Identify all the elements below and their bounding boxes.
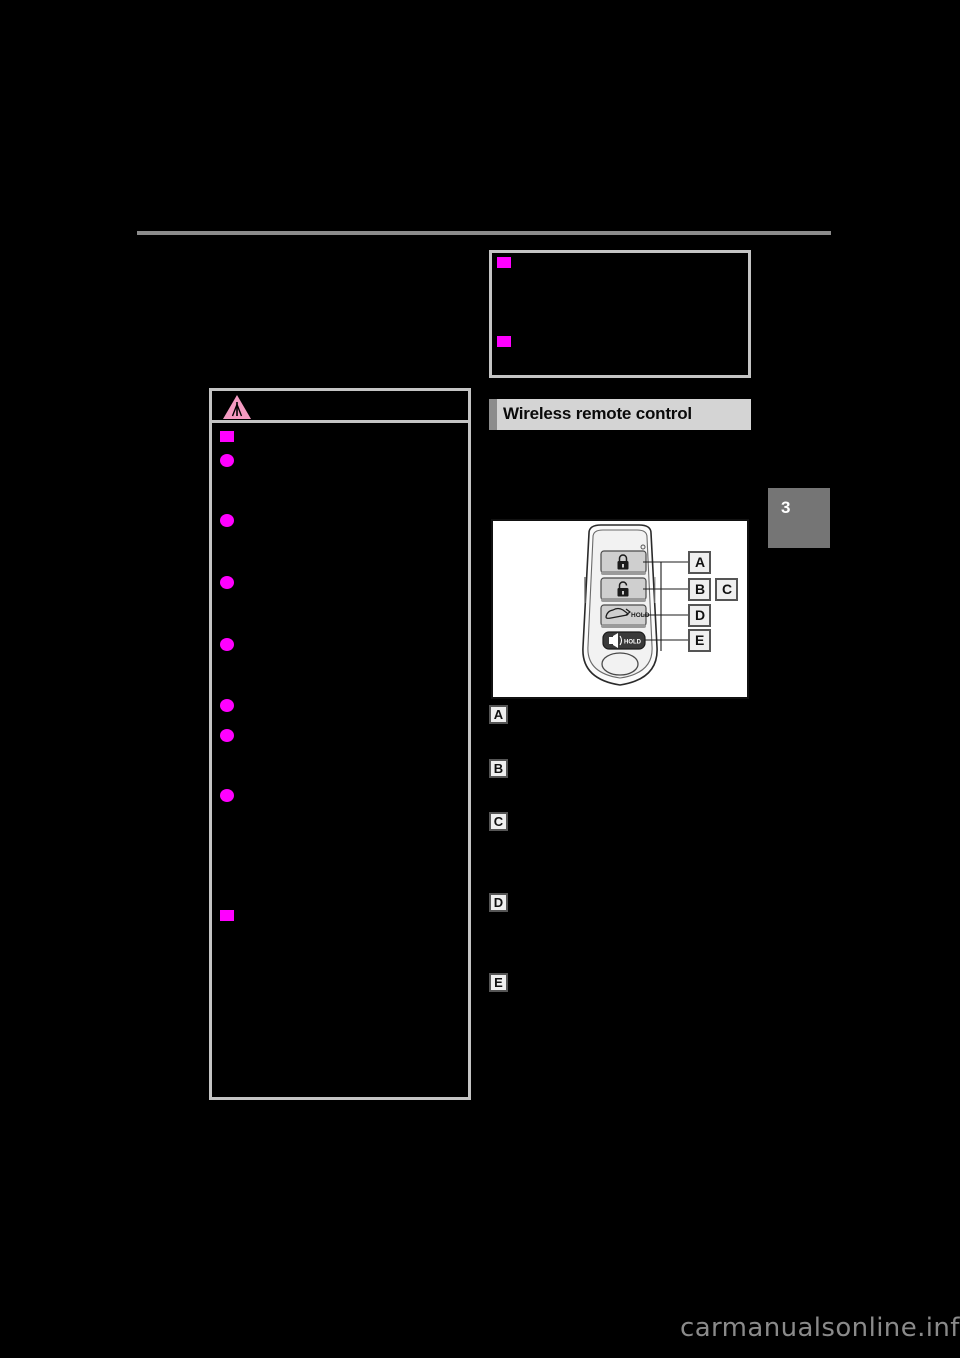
chapter-tab: 3 bbox=[768, 488, 830, 548]
key-fob-figure: HOLD HOLD A B C D E bbox=[491, 519, 749, 699]
svg-text:A: A bbox=[695, 554, 705, 570]
svg-text:C: C bbox=[722, 581, 732, 597]
section-heading-bar bbox=[489, 399, 497, 430]
warning-round-bullet bbox=[220, 638, 234, 651]
warning-square-bullet bbox=[220, 431, 234, 442]
figure-marker-d: D bbox=[688, 604, 711, 627]
callout-marker-d: D bbox=[489, 893, 508, 912]
figure-marker-a: A bbox=[688, 551, 711, 574]
svg-text:E: E bbox=[695, 632, 704, 648]
notice-box bbox=[489, 250, 751, 378]
figure-marker-e: E bbox=[688, 629, 711, 652]
warning-box-body bbox=[212, 426, 468, 1097]
key-fob-illustration: HOLD HOLD A B C D E bbox=[582, 524, 738, 686]
svg-text:D: D bbox=[695, 607, 705, 623]
warning-triangle-icon bbox=[223, 395, 251, 419]
panic-hold-label: HOLD bbox=[624, 640, 642, 646]
notice-square-bullet bbox=[497, 257, 511, 268]
warning-square-bullet bbox=[220, 910, 234, 921]
notice-square-bullet bbox=[497, 336, 511, 347]
callout-marker-e: E bbox=[489, 973, 508, 992]
key-fob-panic-button[interactable]: HOLD bbox=[602, 631, 646, 650]
warning-box bbox=[209, 388, 471, 1100]
warning-round-bullet bbox=[220, 454, 234, 467]
key-fob-trunk-button[interactable]: HOLD bbox=[600, 604, 650, 628]
key-fob-lock-button[interactable] bbox=[600, 550, 647, 575]
site-watermark: carmanualsonline.info bbox=[680, 1313, 960, 1343]
chapter-number: 3 bbox=[781, 498, 791, 517]
section-heading: Wireless remote control bbox=[489, 399, 751, 430]
warning-round-bullet bbox=[220, 699, 234, 712]
manual-page: 3 Wireless remote control HOLD HOLD A B … bbox=[0, 0, 960, 1358]
warning-round-bullet bbox=[220, 514, 234, 527]
callout-marker-b: B bbox=[489, 759, 508, 778]
right-column: Wireless remote control HOLD HOLD A B C … bbox=[489, 0, 759, 1358]
callout-marker-a: A bbox=[489, 705, 508, 724]
figure-marker-c: C bbox=[715, 578, 738, 601]
warning-round-bullet bbox=[220, 576, 234, 589]
key-fob-unlock-button[interactable] bbox=[600, 577, 647, 602]
figure-marker-b: B bbox=[688, 578, 711, 601]
warning-box-header bbox=[212, 391, 468, 423]
warning-round-bullet bbox=[220, 789, 234, 802]
section-heading-label: Wireless remote control bbox=[503, 404, 692, 423]
callout-marker-c: C bbox=[489, 812, 508, 831]
svg-text:B: B bbox=[695, 581, 705, 597]
warning-round-bullet bbox=[220, 729, 234, 742]
